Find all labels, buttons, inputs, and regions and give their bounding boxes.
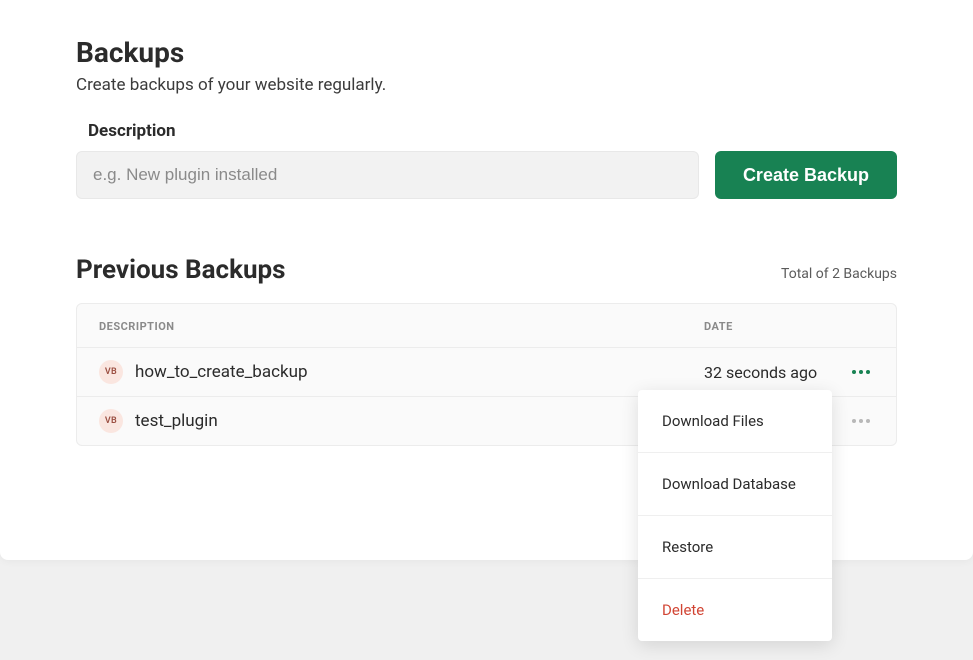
description-label: Description xyxy=(88,121,897,141)
description-input[interactable] xyxy=(76,151,699,199)
row-description-text: test_plugin xyxy=(135,411,218,431)
previous-header: Previous Backups Total of 2 Backups xyxy=(76,255,897,285)
row-description-text: how_to_create_backup xyxy=(135,362,308,382)
row-actions xyxy=(844,415,874,427)
more-icon[interactable] xyxy=(848,415,874,427)
table-head: DESCRIPTION DATE xyxy=(77,304,896,347)
form-row: Create Backup xyxy=(76,151,897,199)
previous-title: Previous Backups xyxy=(76,255,286,285)
create-backup-button[interactable]: Create Backup xyxy=(715,151,897,199)
page-title: Backups xyxy=(76,36,897,69)
dropdown-download-files[interactable]: Download Files xyxy=(638,390,832,453)
row-date-text: 32 seconds ago xyxy=(704,363,844,382)
backups-card: Backups Create backups of your website r… xyxy=(0,0,973,560)
vb-badge: VB xyxy=(99,409,123,433)
row-description-cell: VB test_plugin xyxy=(99,409,704,433)
row-description-cell: VB how_to_create_backup xyxy=(99,360,704,384)
dropdown-restore[interactable]: Restore xyxy=(638,516,832,579)
dropdown-download-database[interactable]: Download Database xyxy=(638,453,832,516)
row-actions-dropdown: Download Files Download Database Restore… xyxy=(638,390,832,641)
column-date-header: DATE xyxy=(704,320,874,333)
vb-badge: VB xyxy=(99,360,123,384)
more-icon[interactable] xyxy=(848,366,874,378)
create-backup-form: Description Create Backup xyxy=(76,121,897,199)
table-row: VB how_to_create_backup 32 seconds ago xyxy=(77,347,896,396)
total-backups-text: Total of 2 Backups xyxy=(781,266,897,282)
page-subtitle: Create backups of your website regularly… xyxy=(76,75,897,95)
column-description-header: DESCRIPTION xyxy=(99,320,704,333)
dropdown-delete[interactable]: Delete xyxy=(638,579,832,641)
row-actions xyxy=(844,366,874,378)
